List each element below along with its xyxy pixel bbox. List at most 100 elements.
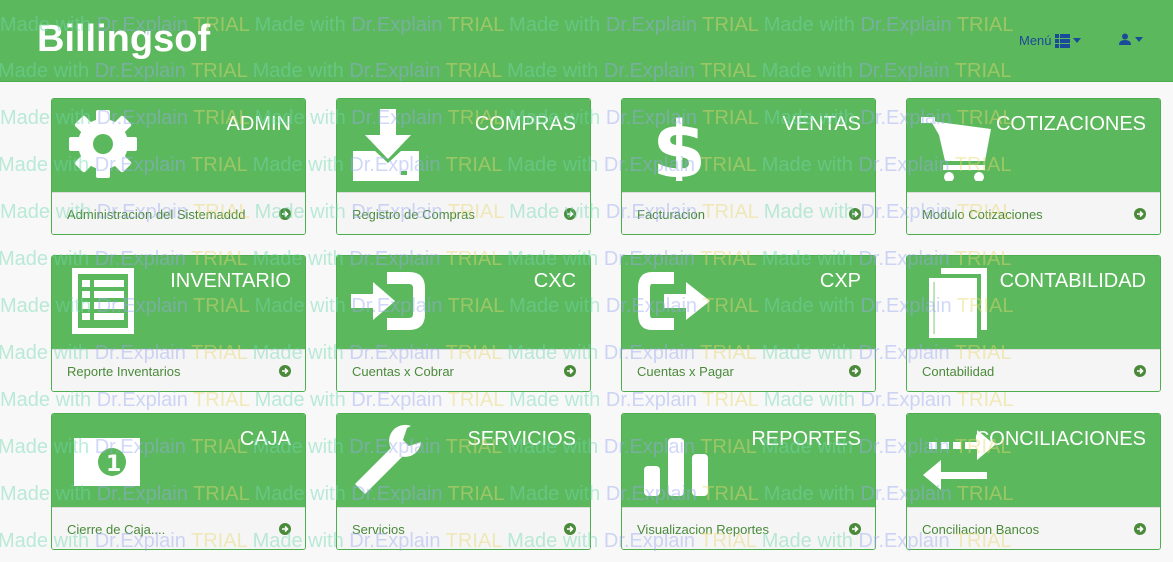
wrench-icon [355, 424, 421, 494]
chevron-down-icon [1072, 38, 1081, 43]
circle-arrow-right-icon [564, 208, 576, 220]
sign-in-icon [351, 272, 425, 330]
panel-footer-label: Administracion del Sistemaddd [67, 207, 246, 222]
svg-text:$: $ [652, 107, 706, 181]
panel-heading: COMPRAS [337, 99, 590, 192]
panel-footer-label: Cuentas x Cobrar [352, 364, 454, 379]
watermark-dr-explain: Dr.Explain [96, 389, 194, 411]
panel-footer-link[interactable]: Registro de Compras [337, 192, 590, 234]
watermark-made-with: Made with [254, 389, 352, 411]
user-icon [1119, 33, 1131, 45]
download-icon [353, 109, 419, 181]
list-alt-icon [72, 268, 134, 334]
watermark-dr-explain: Dr.Explain [605, 389, 703, 411]
panel-title: INVENTARIO [170, 270, 291, 292]
panel-footer-link[interactable]: Reporte Inventarios [52, 349, 305, 391]
panel-footer-link[interactable]: Conciliacion Bancos [907, 507, 1160, 549]
panel-footer-label: Servicios [352, 522, 405, 537]
svg-text:1: 1 [106, 452, 121, 477]
watermark-made-with: Made with [0, 389, 97, 411]
panel-title: ADMIN [226, 113, 291, 135]
panel-heading: ADMIN [52, 99, 305, 192]
circle-arrow-right-icon [279, 523, 291, 535]
panel-footer-label: Contabilidad [922, 364, 995, 379]
circle-arrow-right-icon [279, 365, 291, 377]
panel-footer-label: Visualizacion Reportes [637, 522, 769, 537]
panel-footer-label: Modulo Cotizaciones [922, 207, 1043, 222]
dollar-icon: $ [652, 107, 706, 181]
panel-footer-label: Registro de Compras [352, 207, 475, 222]
panel-heading: $ VENTAS [622, 99, 875, 192]
panel-footer-label: Facturacion [637, 207, 705, 222]
panel-title: CXP [819, 270, 861, 292]
panel-footer-link[interactable]: Cierre de Caja.... [52, 507, 305, 549]
watermark-dr-explain: Dr.Explain [351, 389, 448, 411]
panel-footer-label: Cierre de Caja.... [67, 522, 166, 537]
panel-footer-link[interactable]: Cuentas x Pagar [622, 349, 875, 391]
watermark-trial: TRIAL [447, 389, 510, 411]
panel-footer-link[interactable]: Cuentas x Cobrar [337, 349, 590, 391]
panel-heading: REPORTES [622, 414, 875, 507]
chevron-down-icon [1135, 36, 1143, 42]
panel-servicios[interactable]: SERVICIOS Servicios [336, 413, 591, 550]
panel-title: CXC [533, 270, 576, 292]
panel-title: CONCILIACIONES [974, 428, 1146, 450]
circle-arrow-right-icon [849, 208, 861, 220]
panel-cxp[interactable]: CXP Cuentas x Pagar [621, 255, 876, 392]
panel-title: COTIZACIONES [995, 113, 1146, 135]
panel-compras[interactable]: COMPRAS Registro de Compras [336, 98, 591, 235]
watermark-made-with: Made with [509, 389, 606, 411]
panel-heading: CXC [337, 256, 590, 349]
panel-title: SERVICIOS [467, 428, 576, 450]
panel-footer-link[interactable]: Contabilidad [907, 349, 1160, 391]
panel-cotizaciones[interactable]: COTIZACIONES Modulo Cotizaciones [906, 98, 1161, 235]
bar-chart-icon [644, 438, 708, 496]
gear-icon [69, 110, 137, 178]
circle-arrow-right-icon [279, 208, 291, 220]
panel-title: REPORTES [751, 428, 861, 450]
shopping-cart-icon [921, 117, 991, 181]
watermark-trial: TRIAL [193, 389, 255, 411]
panel-reportes[interactable]: REPORTES Visualizacion Reportes [621, 413, 876, 550]
circle-arrow-right-icon [849, 523, 861, 535]
money-icon: 1 [74, 438, 140, 486]
user-dropdown[interactable] [1119, 33, 1143, 45]
th-large-icon [1054, 33, 1070, 48]
panel-footer-label: Conciliacion Bancos [922, 522, 1040, 537]
sign-out-icon [638, 272, 710, 330]
menu-dropdown[interactable]: Menú [1019, 33, 1081, 48]
panel-inventario[interactable]: INVENTARIO Reporte Inventarios [51, 255, 306, 392]
panel-heading: CXP [622, 256, 875, 349]
circle-arrow-right-icon [564, 523, 576, 535]
panel-title: COMPRAS [474, 113, 576, 135]
panel-title: CONTABILIDAD [999, 270, 1146, 292]
panel-footer-link[interactable]: Servicios [337, 507, 590, 549]
panel-footer-label: Cuentas x Pagar [637, 364, 734, 379]
panel-footer-link[interactable]: Visualizacion Reportes [622, 507, 875, 549]
menu-label: Menú [1019, 33, 1052, 48]
panel-heading: SERVICIOS [337, 414, 590, 507]
panel-footer-link[interactable]: Facturacion [622, 192, 875, 234]
panel-cxc[interactable]: CXC Cuentas x Cobrar [336, 255, 591, 392]
panel-ventas[interactable]: $ VENTAS Facturacion [621, 98, 876, 235]
circle-arrow-right-icon [1134, 365, 1146, 377]
watermark-row: Made with Dr.Explain TRIAL Made with Dr.… [0, 389, 1014, 412]
panel-footer-label: Reporte Inventarios [67, 364, 181, 379]
panel-footer-link[interactable]: Administracion del Sistemaddd [52, 192, 305, 234]
panel-heading: COTIZACIONES [907, 99, 1160, 192]
brand-logo[interactable]: Billingsof [37, 18, 210, 61]
panel-heading: 1 CAJA [52, 414, 305, 507]
circle-arrow-right-icon [564, 365, 576, 377]
panel-contabilidad[interactable]: CONTABILIDAD Contabilidad [906, 255, 1161, 392]
circle-arrow-right-icon [849, 365, 861, 377]
watermark-made-with: Made with [763, 389, 861, 411]
panel-heading: CONTABILIDAD [907, 256, 1160, 349]
watermark-trial: TRIAL [956, 389, 1014, 411]
panel-conciliaciones[interactable]: CONCILIACIONES Conciliacion Bancos [906, 413, 1161, 550]
panel-title: CAJA [239, 428, 291, 450]
panel-heading: INVENTARIO [52, 256, 305, 349]
panel-caja[interactable]: 1 CAJA Cierre de Caja.... [51, 413, 306, 550]
panel-admin[interactable]: ADMIN Administracion del Sistemaddd [51, 98, 306, 235]
panel-footer-link[interactable]: Modulo Cotizaciones [907, 192, 1160, 234]
circle-arrow-right-icon [1134, 208, 1146, 220]
